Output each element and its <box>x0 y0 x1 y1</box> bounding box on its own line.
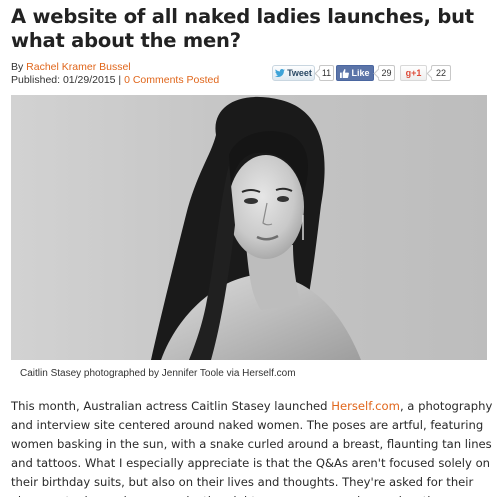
body-continued-text: , a photography and interview site cente… <box>11 399 493 497</box>
byline: By Rachel Kramer Bussel <box>11 61 131 74</box>
article-body-paragraph: This month, Australian actress Caitlin S… <box>11 397 493 497</box>
tweet-count: 11 <box>321 68 332 78</box>
herself-link[interactable]: Herself.com <box>331 399 400 413</box>
google-plus-button[interactable]: g+1 <box>400 65 427 81</box>
twitter-bird-icon <box>275 69 286 77</box>
tweet-count-badge: 11 <box>319 65 334 81</box>
article-title: A website of all naked ladies launches, … <box>11 5 474 52</box>
like-count: 29 <box>381 68 392 78</box>
gplus-count-badge: 22 <box>431 65 451 81</box>
gplus-label: g+1 <box>405 68 422 78</box>
photo-caption: Caitlin Stasey photographed by Jennifer … <box>20 368 296 379</box>
by-label: By <box>11 61 27 73</box>
gplus-count: 22 <box>435 68 446 78</box>
portrait-image <box>11 95 487 360</box>
tweet-button[interactable]: Tweet <box>272 65 315 81</box>
like-count-badge: 29 <box>378 65 395 81</box>
facebook-like-button[interactable]: Like <box>336 65 374 81</box>
body-intro-text: This month, Australian actress Caitlin S… <box>11 399 332 413</box>
publish-info: Published: 01/29/2015 | 0 Comments Poste… <box>11 74 219 87</box>
published-date: Published: 01/29/2015 | <box>11 74 125 86</box>
comments-link[interactable]: 0 Comments Posted <box>124 74 219 86</box>
article-photo <box>11 95 487 360</box>
tweet-label: Tweet <box>287 68 312 78</box>
like-label: Like <box>351 68 370 78</box>
thumbs-up-icon <box>340 68 350 78</box>
author-link[interactable]: Rachel Kramer Bussel <box>26 61 130 73</box>
